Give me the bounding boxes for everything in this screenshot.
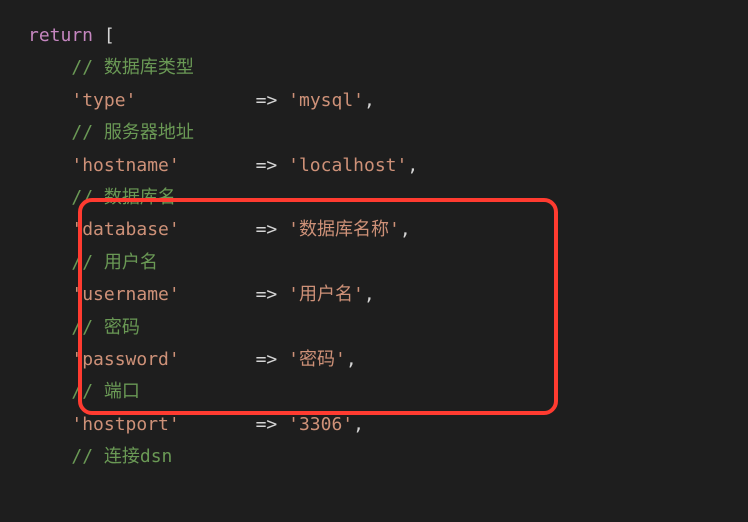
- comment-text: // 服务器地址: [71, 122, 194, 143]
- entry-line-1: 'hostname' => 'localhost',: [28, 150, 748, 182]
- key-text: 'username': [71, 284, 179, 305]
- comment-line-6: // 连接dsn: [28, 441, 748, 473]
- value-text: '数据库名称': [288, 219, 400, 240]
- value-text: '密码': [288, 349, 346, 370]
- comma-text: ,: [364, 284, 375, 305]
- key-text: 'hostname': [71, 155, 179, 176]
- comment-line-2: // 数据库名: [28, 182, 748, 214]
- value-text: '用户名': [288, 284, 364, 305]
- comment-text: // 连接dsn: [71, 446, 172, 467]
- comment-line-1: // 服务器地址: [28, 117, 748, 149]
- comment-line-0: // 数据库类型: [28, 52, 748, 84]
- entry-line-4: 'password' => '密码',: [28, 344, 748, 376]
- comment-text: // 数据库名: [71, 187, 176, 208]
- comma-text: ,: [400, 219, 411, 240]
- comment-text: // 密码: [71, 317, 140, 338]
- open-bracket: [: [104, 25, 115, 46]
- comma-text: ,: [407, 155, 418, 176]
- comma-text: ,: [346, 349, 357, 370]
- comment-line-3: // 用户名: [28, 247, 748, 279]
- key-text: 'type': [71, 90, 136, 111]
- comment-line-5: // 端口: [28, 376, 748, 408]
- arrow-text: =>: [256, 284, 278, 305]
- comment-text: // 数据库类型: [71, 57, 194, 78]
- arrow-text: =>: [256, 90, 278, 111]
- value-text: 'localhost': [288, 155, 407, 176]
- value-text: '3306': [288, 414, 353, 435]
- arrow-text: =>: [256, 349, 278, 370]
- value-text: 'mysql': [288, 90, 364, 111]
- entry-line-5: 'hostport' => '3306',: [28, 409, 748, 441]
- comment-line-4: // 密码: [28, 312, 748, 344]
- key-text: 'password': [71, 349, 179, 370]
- arrow-text: =>: [256, 414, 278, 435]
- key-text: 'database': [71, 219, 179, 240]
- code-return-line: return [: [28, 20, 748, 52]
- return-keyword: return: [28, 25, 93, 46]
- entry-line-0: 'type' => 'mysql',: [28, 85, 748, 117]
- comma-text: ,: [353, 414, 364, 435]
- comma-text: ,: [364, 90, 375, 111]
- key-text: 'hostport': [71, 414, 179, 435]
- arrow-text: =>: [256, 219, 278, 240]
- comment-text: // 端口: [71, 381, 140, 402]
- entry-line-3: 'username' => '用户名',: [28, 279, 748, 311]
- entry-line-2: 'database' => '数据库名称',: [28, 214, 748, 246]
- comment-text: // 用户名: [71, 252, 158, 273]
- arrow-text: =>: [256, 155, 278, 176]
